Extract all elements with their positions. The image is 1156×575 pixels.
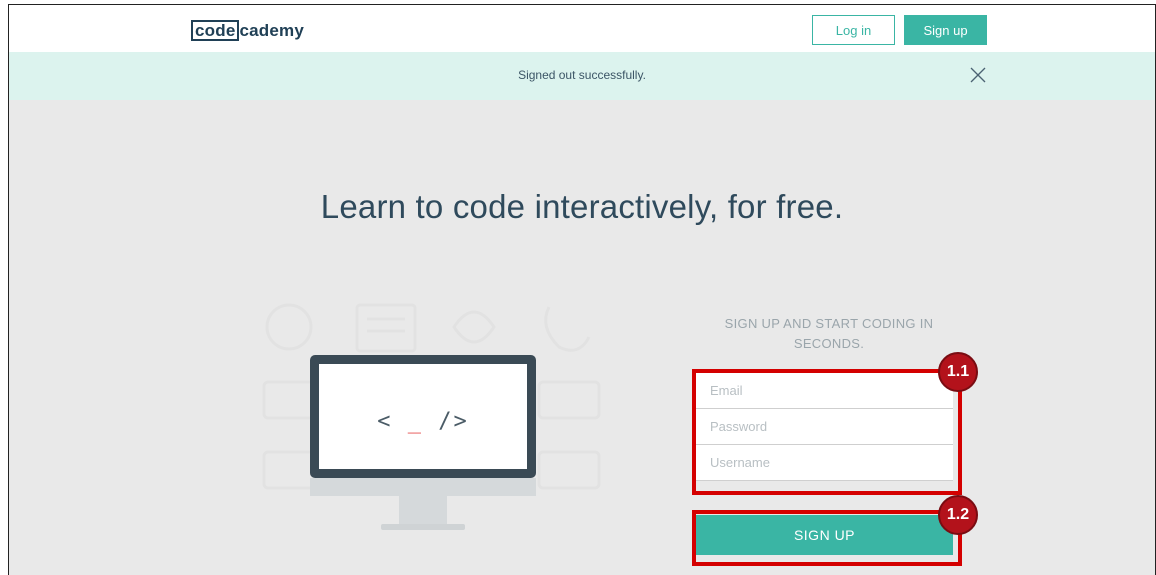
annotation-outline-fields	[692, 369, 962, 495]
logo-cademy-text: cademy	[239, 20, 305, 40]
computer-monitor-illustration	[310, 355, 536, 530]
logo-code-box: code	[191, 20, 240, 41]
login-button[interactable]: Log in	[812, 15, 895, 45]
annotation-outline-button	[692, 510, 962, 566]
hero-headline: Learn to code interactively, for free.	[320, 188, 844, 225]
code-close-tag: />	[438, 409, 469, 434]
browser-frame: code cademy Log in Sign up Signed out suc…	[8, 4, 1156, 575]
signup-form-heading: SIGN UP AND START CODING IN SECONDS.	[724, 316, 934, 351]
code-open-bracket: <	[377, 409, 393, 434]
annotation-badge-fields: 1.1	[938, 352, 978, 392]
code-cursor: _	[407, 409, 423, 434]
top-header: code cademy Log in Sign up	[9, 5, 1155, 52]
header-signup-button[interactable]: Sign up	[904, 15, 987, 45]
codecademy-logo[interactable]: code cademy	[191, 20, 304, 41]
signout-notice-bar: Signed out successfully.	[9, 52, 1155, 100]
close-icon[interactable]	[967, 64, 989, 86]
annotation-badge-button: 1.2	[938, 495, 978, 535]
code-symbol: < _ />	[309, 409, 537, 434]
